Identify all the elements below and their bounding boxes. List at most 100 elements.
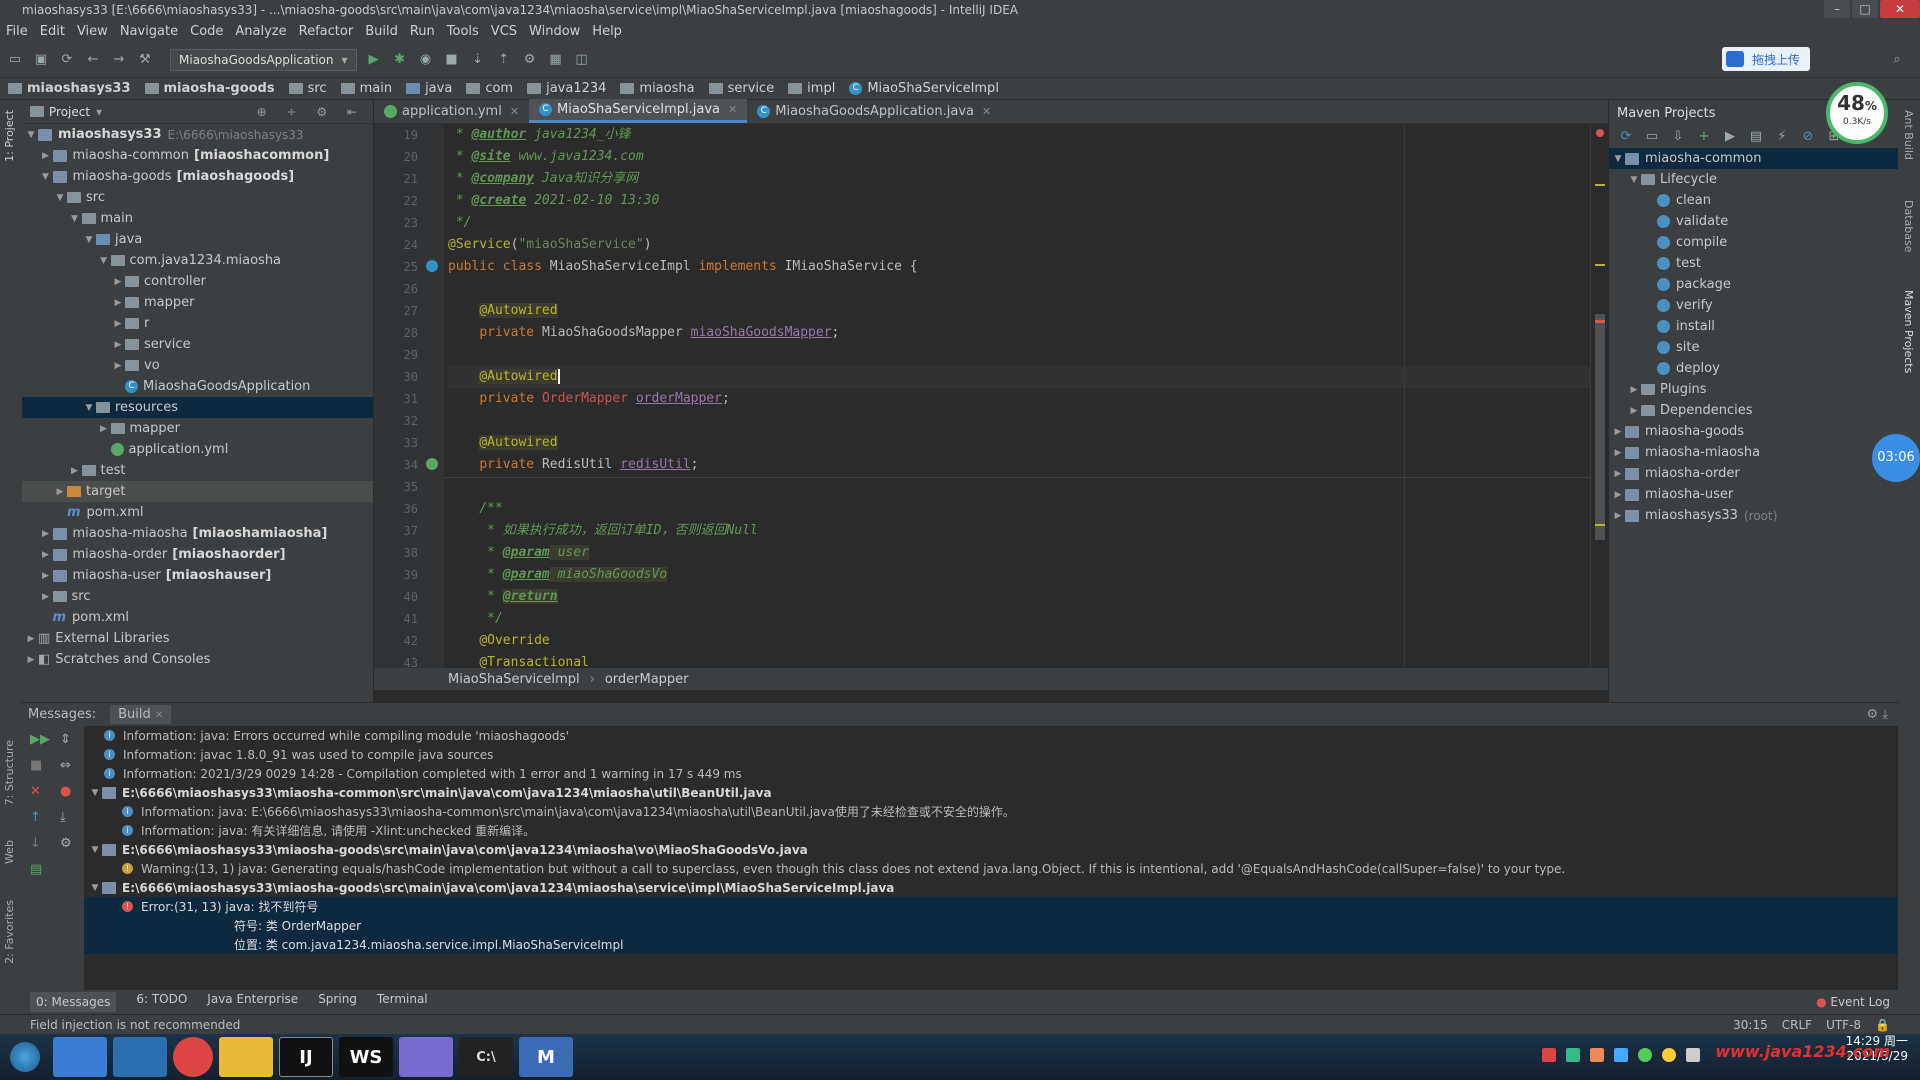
bottom-tab[interactable]: 0: Messages: [30, 992, 117, 1012]
message-row[interactable]: ▼ E:\6666\miaoshasys33\miaosha-goods\src\…: [84, 878, 1898, 897]
tree-item[interactable]: ▶ miaosha-goods: [1609, 421, 1898, 442]
chevron-right-icon[interactable]: ▶: [68, 466, 82, 476]
bottom-tab[interactable]: Spring: [318, 992, 357, 1012]
tree-item[interactable]: ▼ Lifecycle: [1609, 169, 1898, 190]
breadcrumb-item[interactable]: main: [340, 81, 392, 96]
tree-item[interactable]: ▶ miaosha-common [miaoshacommon]: [22, 145, 373, 166]
webstorm-icon[interactable]: WS: [339, 1037, 393, 1077]
settings-icon[interactable]: ⚙: [521, 51, 539, 69]
message-row[interactable]: 符号: 类 OrderMapper: [84, 916, 1898, 935]
menu-help[interactable]: Help: [592, 24, 622, 39]
generate-sources-icon[interactable]: ▭: [1643, 128, 1661, 146]
download-icon[interactable]: ⇩: [1669, 128, 1687, 146]
chevron-down-icon[interactable]: ▼: [39, 172, 53, 182]
tree-item[interactable]: validate: [1609, 211, 1898, 232]
tab-build[interactable]: Build ✕: [110, 705, 172, 724]
run-config-select[interactable]: MiaoshaGoodsApplication ▾: [170, 48, 357, 71]
ant-build-tool-tab[interactable]: Ant Build: [1902, 110, 1915, 160]
tree-item[interactable]: ▶ vo: [22, 355, 373, 376]
menu-navigate[interactable]: Navigate: [120, 24, 178, 39]
tree-item[interactable]: m pom.xml: [22, 607, 373, 628]
tray-icon[interactable]: [1662, 1048, 1676, 1062]
settings-icon[interactable]: ⚙: [60, 836, 72, 851]
search-icon[interactable]: ⌕: [1888, 51, 1906, 69]
chevron-down-icon[interactable]: ▼: [88, 788, 102, 798]
app-icon[interactable]: [399, 1037, 453, 1077]
stop-icon[interactable]: ■: [30, 758, 42, 773]
start-button[interactable]: [3, 1037, 47, 1077]
chrome-icon[interactable]: [173, 1037, 213, 1077]
add-icon[interactable]: +: [1695, 128, 1713, 146]
panel-tools[interactable]: ⊕ ÷ ⚙ ⇤: [257, 105, 365, 119]
coverage-icon[interactable]: ◉: [417, 51, 435, 69]
tree-item[interactable]: ▶ miaosha-user: [1609, 484, 1898, 505]
breadcrumb-item[interactable]: miaosha-goods: [144, 81, 275, 96]
chevron-right-icon[interactable]: ▶: [1611, 448, 1625, 458]
tree-item[interactable]: clean: [1609, 190, 1898, 211]
tree-item[interactable]: ▶ Dependencies: [1609, 400, 1898, 421]
volume-icon[interactable]: [1686, 1048, 1700, 1062]
chevron-right-icon[interactable]: ▶: [53, 487, 67, 497]
toggle-offline-icon[interactable]: ⚡: [1773, 128, 1791, 146]
perf-widget[interactable]: 48% 0.3K/s: [1826, 82, 1888, 144]
code-crumb-item[interactable]: MiaoShaServiceImpl: [448, 672, 580, 687]
tree-item[interactable]: package: [1609, 274, 1898, 295]
debug-icon[interactable]: ✱: [391, 51, 409, 69]
breadcrumb-item[interactable]: miaoshasys33: [8, 81, 131, 96]
chevron-right-icon[interactable]: ▶: [111, 361, 125, 371]
bottom-tab[interactable]: Terminal: [377, 992, 428, 1012]
chevron-right-icon[interactable]: ▶: [39, 592, 53, 602]
close-icon[interactable]: ✕: [30, 784, 41, 799]
recording-timer[interactable]: 03:06: [1872, 434, 1920, 482]
tree-item[interactable]: ▶ ◧ Scratches and Consoles: [22, 649, 373, 670]
bean-icon[interactable]: [426, 458, 438, 470]
gear-icon[interactable]: ⚙ ⤓: [1866, 707, 1888, 722]
tree-item[interactable]: ▼ java: [22, 229, 373, 250]
tree-item[interactable]: ▶ ▥ External Libraries: [22, 628, 373, 649]
chevron-down-icon[interactable]: ▼: [88, 883, 102, 893]
chevron-right-icon[interactable]: ▶: [1611, 511, 1625, 521]
chevron-down-icon[interactable]: ▼: [68, 214, 82, 224]
chevron-down-icon[interactable]: ▼: [82, 403, 96, 413]
tree-item[interactable]: ▼ resources: [22, 397, 373, 418]
chevron-right-icon[interactable]: ▶: [24, 655, 38, 665]
chevron-right-icon[interactable]: ▶: [111, 340, 125, 350]
breadcrumb-item[interactable]: java: [406, 81, 452, 96]
taskbar-app-1[interactable]: [53, 1037, 107, 1077]
message-row[interactable]: 位置: 类 com.java1234.miaosha.service.impl.…: [84, 935, 1898, 954]
bottom-tab[interactable]: Java Enterprise: [207, 992, 298, 1012]
chevron-right-icon[interactable]: ▶: [39, 571, 53, 581]
chevron-down-icon[interactable]: ▼: [24, 130, 38, 140]
code-crumb-item[interactable]: orderMapper: [605, 672, 689, 687]
event-log-button[interactable]: ● Event Log: [1816, 995, 1890, 1009]
tree-item[interactable]: deploy: [1609, 358, 1898, 379]
tree-item[interactable]: ▼ miaoshasys33 E:\6666\miaoshasys33: [22, 124, 373, 145]
chevron-down-icon[interactable]: ▼: [82, 235, 96, 245]
implements-icon[interactable]: [426, 260, 438, 272]
menu-code[interactable]: Code: [190, 24, 223, 39]
chevron-right-icon[interactable]: ▶: [97, 424, 111, 434]
taskbar-app-2[interactable]: [113, 1037, 167, 1077]
tree-item[interactable]: site: [1609, 337, 1898, 358]
tree-item[interactable]: ▶ miaosha-miaosha [miaoshamiaosha]: [22, 523, 373, 544]
editor-tab[interactable]: application.yml ✕: [374, 99, 529, 123]
tree-item[interactable]: test: [1609, 253, 1898, 274]
filter-errors-icon[interactable]: ●: [60, 784, 71, 799]
chevron-down-icon[interactable]: ▼: [1627, 175, 1641, 185]
upload-button[interactable]: 拖拽上传: [1721, 47, 1810, 71]
breadcrumb-item[interactable]: service: [708, 81, 774, 96]
chevron-down-icon[interactable]: ▾: [96, 105, 102, 119]
menu-view[interactable]: View: [77, 24, 108, 39]
run-icon[interactable]: ▶: [365, 51, 383, 69]
warning-mark[interactable]: [1595, 184, 1605, 186]
run-icon[interactable]: ▶: [1721, 128, 1739, 146]
close-icon[interactable]: ✕: [982, 105, 991, 118]
menu-edit[interactable]: Edit: [40, 24, 65, 39]
tree-item[interactable]: ▼ com.java1234.miaosha: [22, 250, 373, 271]
error-indicator-icon[interactable]: [1596, 129, 1604, 137]
forward-icon[interactable]: →: [110, 51, 128, 69]
code-editor[interactable]: * @author java1234_小锋 * @site www.java12…: [444, 124, 1594, 668]
maven-tool-tab[interactable]: Maven Projects: [1902, 290, 1915, 373]
menu-run[interactable]: Run: [410, 24, 435, 39]
tray-icon[interactable]: [1590, 1048, 1604, 1062]
